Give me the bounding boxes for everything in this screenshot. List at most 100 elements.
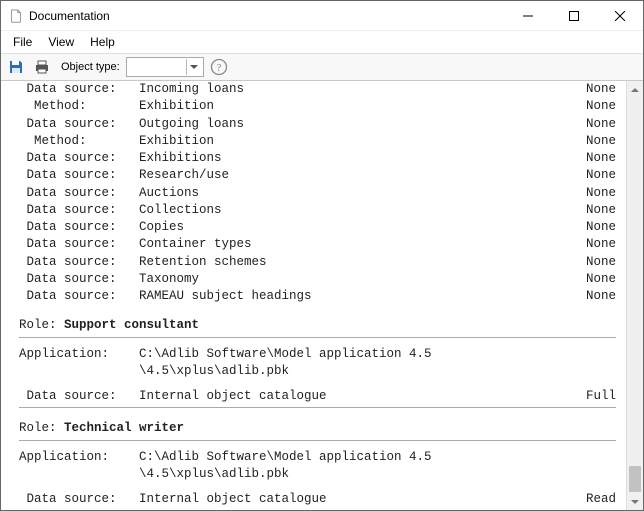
application-path: C:\Adlib Software\Model application 4.5 … [139,346,432,381]
chevron-down-icon [186,59,202,75]
menu-view[interactable]: View [40,33,82,51]
window-controls [505,1,643,30]
scroll-thumb[interactable] [629,466,641,492]
list-item: Data source: Taxonomy None [19,271,616,288]
row-access: None [586,150,616,167]
row-key: Data source: [19,202,139,219]
row-value: Taxonomy [139,271,586,288]
row-key: Data source: [19,271,139,288]
row-access: None [586,254,616,271]
maximize-button[interactable] [551,1,597,30]
print-button[interactable] [31,56,53,78]
row-value: Collections [139,202,586,219]
list-item: Data source: Incoming loans None [19,81,616,98]
content-wrap: Data source: Incoming loans None Method:… [1,81,643,510]
row-access: None [586,236,616,253]
save-icon [8,59,24,75]
scroll-up-arrow[interactable] [627,81,643,98]
list-item: Method: Exhibition None [19,133,616,150]
row-value: Auctions [139,185,586,202]
row-access: None [586,116,616,133]
list-item: Data source: Retention schemes None [19,254,616,271]
row-key: Data source: [19,491,139,508]
row-value: Copies [139,219,586,236]
toolbar: Object type: ? [1,53,643,81]
separator [19,407,616,408]
svg-text:?: ? [216,62,221,74]
row-value: Exhibition [139,133,586,150]
role-label: Role: [19,421,64,435]
row-access: None [586,133,616,150]
row-access: None [586,219,616,236]
list-item: Data source: Internal object catalogue R… [19,491,616,508]
window-title: Documentation [29,9,110,23]
document-icon [9,9,23,23]
list-item: Data source: Copies None [19,219,616,236]
close-icon [615,11,625,21]
application-row: Application: C:\Adlib Software\Model app… [19,449,616,484]
application-label: Application: [19,346,139,363]
menubar: File View Help [1,31,643,53]
help-icon: ? [210,58,228,76]
titlebar: Documentation [1,1,643,31]
row-key: Method: [19,133,139,150]
row-value: Exhibition [139,98,586,115]
role-row: Role: Support consultant [19,317,616,334]
minimize-button[interactable] [505,1,551,30]
row-value: Internal object catalogue [139,388,586,405]
save-button[interactable] [5,56,27,78]
list-item: Data source: Outgoing loans None [19,116,616,133]
help-button[interactable]: ? [208,56,230,78]
list-item: Data source: Research/use None [19,167,616,184]
object-type-select[interactable] [126,57,204,77]
maximize-icon [569,11,579,21]
application-row: Application: C:\Adlib Software\Model app… [19,346,616,381]
row-access: None [586,81,616,98]
menu-help[interactable]: Help [82,33,123,51]
row-access: None [586,202,616,219]
close-button[interactable] [597,1,643,30]
list-item: Data source: RAMEAU subject headings Non… [19,288,616,305]
row-key: Data source: [19,167,139,184]
row-value: Outgoing loans [139,116,586,133]
role-label: Role: [19,318,64,332]
row-value: Exhibitions [139,150,586,167]
row-key: Method: [19,98,139,115]
list-item: Data source: Auctions None [19,185,616,202]
application-path: C:\Adlib Software\Model application 4.5 … [139,449,432,484]
role-row: Role: Technical writer [19,420,616,437]
row-key: Data source: [19,236,139,253]
document-content: Data source: Incoming loans None Method:… [1,81,626,510]
row-value: RAMEAU subject headings [139,288,586,305]
row-key: Data source: [19,185,139,202]
row-value: Container types [139,236,586,253]
row-access: None [586,288,616,305]
scroll-down-arrow[interactable] [627,493,643,510]
row-access: Read [586,491,616,508]
row-access: None [586,271,616,288]
role-name: Support consultant [64,318,199,332]
object-type-label: Object type: [61,61,120,73]
row-key: Data source: [19,219,139,236]
row-key: Data source: [19,150,139,167]
list-item: Data source: Container types None [19,236,616,253]
row-value: Internal object catalogue [139,491,586,508]
row-value: Retention schemes [139,254,586,271]
row-key: Data source: [19,254,139,271]
row-access: None [586,98,616,115]
application-label: Application: [19,449,139,466]
row-access: None [586,167,616,184]
separator [19,440,616,441]
minimize-icon [523,11,533,21]
row-key: Data source: [19,288,139,305]
row-value: Research/use [139,167,586,184]
row-key: Data source: [19,116,139,133]
role-name: Technical writer [64,421,184,435]
list-item: Data source: Collections None [19,202,616,219]
list-item: Data source: Exhibitions None [19,150,616,167]
vertical-scrollbar[interactable] [626,81,643,510]
row-access: None [586,185,616,202]
row-value: Incoming loans [139,81,586,98]
app-window: Documentation File View Help [0,0,644,511]
menu-file[interactable]: File [5,33,40,51]
